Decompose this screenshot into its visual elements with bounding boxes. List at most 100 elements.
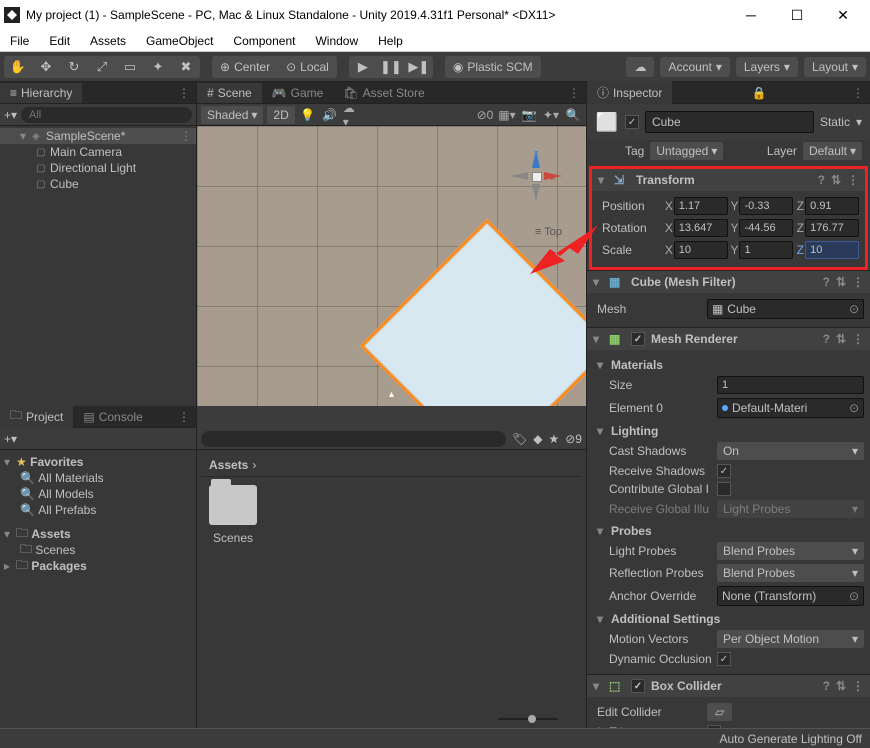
- panel-menu-icon[interactable]: ⋮: [846, 86, 870, 100]
- probes-header[interactable]: Probes: [611, 524, 652, 538]
- tab-asset-store[interactable]: 🛍Asset Store: [333, 83, 434, 103]
- contribute-gi-checkbox[interactable]: [717, 482, 731, 496]
- light-probes-dropdown[interactable]: Blend Probes▾: [717, 542, 864, 560]
- reflection-probes-dropdown[interactable]: Blend Probes▾: [717, 564, 864, 582]
- materials-size[interactable]: [717, 376, 864, 394]
- pivot-rotation[interactable]: ⊙Local: [278, 56, 337, 78]
- account-dropdown[interactable]: Account▾: [660, 57, 729, 77]
- edit-collider-button[interactable]: ▱: [707, 703, 732, 721]
- type-icon[interactable]: ◆: [533, 432, 542, 446]
- motion-dropdown[interactable]: Per Object Motion▾: [717, 630, 864, 648]
- layout-dropdown[interactable]: Layout▾: [804, 57, 866, 77]
- menu-window[interactable]: Window: [305, 31, 368, 51]
- light-toggle[interactable]: 💡: [299, 108, 317, 122]
- is-trigger-checkbox[interactable]: [707, 725, 721, 728]
- tab-game[interactable]: 🎮Game: [262, 83, 334, 103]
- move-tool[interactable]: ✥: [32, 56, 60, 78]
- status-lighting[interactable]: Auto Generate Lighting Off: [719, 732, 862, 746]
- layer-dropdown[interactable]: Default▾: [803, 142, 862, 160]
- rotation-y[interactable]: [739, 219, 793, 237]
- rect-tool[interactable]: ▭: [116, 56, 144, 78]
- tab-inspector[interactable]: ⓘInspector: [587, 81, 672, 104]
- thumbnail-size-slider[interactable]: [498, 712, 578, 726]
- help-icon[interactable]: ?: [823, 275, 830, 289]
- close-button[interactable]: ✕: [820, 0, 866, 30]
- object-picker-icon[interactable]: ⊙: [849, 401, 859, 415]
- orientation-gizmo[interactable]: x z: [506, 146, 566, 206]
- grid-icon[interactable]: ▦▾: [498, 108, 516, 122]
- create-dropdown[interactable]: +▾: [4, 432, 17, 446]
- minimize-button[interactable]: ─: [728, 0, 774, 30]
- scale-x[interactable]: [674, 241, 728, 259]
- receive-shadows-checkbox[interactable]: ✓: [717, 464, 731, 478]
- cloud-button[interactable]: ☁: [626, 57, 654, 77]
- collider-enable-checkbox[interactable]: ✓: [631, 679, 645, 693]
- scale-y[interactable]: [739, 241, 793, 259]
- layers-dropdown[interactable]: Layers▾: [736, 57, 798, 77]
- rotation-z[interactable]: [805, 219, 859, 237]
- play-button[interactable]: ▶: [349, 56, 377, 78]
- scene-search[interactable]: 🔍: [564, 108, 582, 122]
- cast-shadows-dropdown[interactable]: On▾: [717, 442, 864, 460]
- maximize-button[interactable]: ☐: [774, 0, 820, 30]
- panel-menu-icon[interactable]: ⋮: [172, 410, 196, 424]
- foldout-icon[interactable]: ▾: [593, 679, 603, 693]
- preset-icon[interactable]: ⇅: [836, 275, 846, 289]
- folder-tile[interactable]: Scenes: [201, 477, 265, 553]
- scale-z[interactable]: [805, 241, 859, 259]
- tab-scene[interactable]: #Scene: [197, 83, 262, 103]
- foldout-icon[interactable]: ▾: [598, 173, 608, 187]
- tree-row[interactable]: 🔍 All Prefabs: [0, 502, 196, 518]
- position-z[interactable]: [805, 197, 859, 215]
- help-icon[interactable]: ?: [823, 679, 830, 693]
- fx-toggle[interactable]: ☁▾: [343, 101, 361, 129]
- star-filter-icon[interactable]: ★: [548, 432, 559, 446]
- tag-dropdown[interactable]: Untagged▾: [650, 142, 723, 160]
- menu-gameobject[interactable]: GameObject: [136, 31, 223, 51]
- hidden-icon[interactable]: ⊘9: [565, 432, 582, 446]
- breadcrumb[interactable]: Assets›: [201, 454, 582, 477]
- help-icon[interactable]: ?: [823, 332, 830, 346]
- tree-row[interactable]: 🗀 Scenes: [0, 542, 196, 558]
- material-field[interactable]: Default-Materi⊙: [717, 398, 864, 418]
- preset-icon[interactable]: ⇅: [836, 332, 846, 346]
- hidden-icon[interactable]: ⊘0: [476, 108, 494, 122]
- tree-row[interactable]: ▾ ◈ SampleScene* ⋮: [0, 128, 196, 144]
- hand-tool[interactable]: ✋: [4, 56, 32, 78]
- mesh-field[interactable]: ▦Cube⊙: [707, 299, 864, 319]
- scale-tool[interactable]: ⤢: [88, 56, 116, 78]
- audio-toggle[interactable]: 🔊: [321, 108, 339, 122]
- menu-icon[interactable]: ⋮: [852, 332, 864, 346]
- foldout-icon[interactable]: ▾: [20, 129, 32, 143]
- tree-row[interactable]: ▢Main Camera: [0, 144, 196, 160]
- static-dropdown[interactable]: ▾: [856, 115, 862, 129]
- shading-mode[interactable]: Shaded▾: [201, 106, 263, 124]
- tree-row[interactable]: 🔍 All Materials: [0, 470, 196, 486]
- tab-hierarchy[interactable]: ≡Hierarchy: [0, 83, 82, 103]
- gameobject-type-icon[interactable]: ⬜: [595, 110, 619, 134]
- menu-help[interactable]: Help: [368, 31, 413, 51]
- step-button[interactable]: ▶❚: [405, 56, 433, 78]
- menu-file[interactable]: File: [0, 31, 39, 51]
- panel-menu-icon[interactable]: ⋮: [172, 86, 196, 100]
- custom-tool[interactable]: ✖: [172, 56, 200, 78]
- plastic-scm[interactable]: ◉Plastic SCM: [445, 56, 541, 78]
- menu-assets[interactable]: Assets: [80, 31, 136, 51]
- gizmo-label[interactable]: ≡ Top: [535, 226, 562, 238]
- menu-edit[interactable]: Edit: [39, 31, 80, 51]
- foldout-icon[interactable]: ▾: [593, 275, 603, 289]
- help-icon[interactable]: ?: [818, 173, 825, 187]
- object-picker-icon[interactable]: ⊙: [849, 589, 859, 603]
- anchor-field[interactable]: None (Transform)⊙: [717, 586, 864, 606]
- project-search[interactable]: [201, 431, 506, 447]
- tree-row[interactable]: ▾★ Favorites: [0, 454, 196, 470]
- position-y[interactable]: [739, 197, 793, 215]
- create-dropdown[interactable]: +▾: [4, 108, 17, 122]
- mode-2d[interactable]: 2D: [267, 106, 294, 124]
- scene-viewport[interactable]: x z ≡ Top ▴: [197, 126, 586, 406]
- tree-row[interactable]: ▢Directional Light: [0, 160, 196, 176]
- renderer-enable-checkbox[interactable]: ✓: [631, 332, 645, 346]
- position-x[interactable]: [674, 197, 728, 215]
- preset-icon[interactable]: ⇅: [831, 173, 841, 187]
- menu-component[interactable]: Component: [223, 31, 305, 51]
